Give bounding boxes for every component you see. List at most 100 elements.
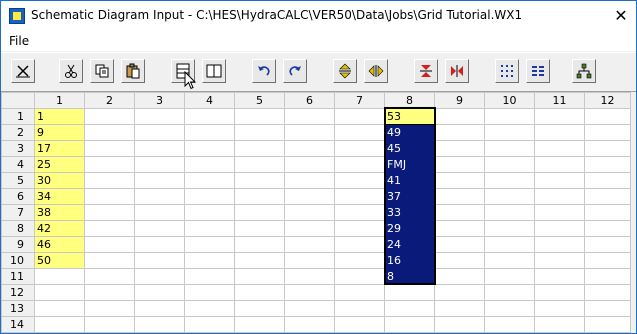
- grid-cell[interactable]: [434, 252, 485, 269]
- grid-cell[interactable]: [534, 220, 585, 237]
- grid-cell[interactable]: [484, 300, 535, 317]
- grid-cell[interactable]: [284, 156, 335, 173]
- row-header[interactable]: 14: [1, 316, 35, 333]
- grid-cell[interactable]: [234, 300, 285, 317]
- grid-cell[interactable]: [134, 220, 185, 237]
- grid-cell[interactable]: 9: [34, 124, 85, 141]
- grid-cell[interactable]: [434, 188, 485, 205]
- grid-cell[interactable]: [384, 300, 435, 317]
- grid-cell[interactable]: [234, 188, 285, 205]
- undo-button[interactable]: [252, 59, 276, 83]
- grid-cell[interactable]: [484, 220, 535, 237]
- grid-cell[interactable]: [134, 268, 185, 285]
- grid-cell[interactable]: 30: [34, 172, 85, 189]
- grid-cell[interactable]: [84, 268, 135, 285]
- grid-cell[interactable]: [434, 316, 485, 333]
- grid-cell[interactable]: [184, 124, 235, 141]
- grid-cell[interactable]: [134, 236, 185, 253]
- grid-cell[interactable]: [334, 236, 385, 253]
- grid-cell[interactable]: [184, 284, 235, 301]
- grid-cell[interactable]: [584, 252, 631, 269]
- copy-button[interactable]: [90, 59, 114, 83]
- column-header[interactable]: 12: [584, 92, 631, 109]
- grid-cell[interactable]: [534, 268, 585, 285]
- grid-cell[interactable]: 45: [384, 140, 435, 157]
- grid-cell[interactable]: 1: [34, 108, 85, 125]
- grid-cell[interactable]: [134, 300, 185, 317]
- grid-cell[interactable]: [484, 108, 535, 125]
- row-header[interactable]: 11: [1, 268, 35, 285]
- grid-cell[interactable]: [534, 300, 585, 317]
- grid-cell[interactable]: [434, 108, 485, 125]
- grid-cell[interactable]: 24: [384, 236, 435, 253]
- grid-rows-button[interactable]: [526, 59, 550, 83]
- grid-cell[interactable]: [484, 204, 535, 221]
- grid-cell[interactable]: [184, 252, 235, 269]
- row-header[interactable]: 9: [1, 236, 35, 253]
- column-header[interactable]: 2: [84, 92, 135, 109]
- grid-cell[interactable]: [584, 236, 631, 253]
- grid-cell[interactable]: [234, 140, 285, 157]
- grid-cell[interactable]: [184, 108, 235, 125]
- grid-cell[interactable]: [134, 140, 185, 157]
- insert-row-button[interactable]: [171, 59, 195, 83]
- row-header[interactable]: 8: [1, 220, 35, 237]
- grid-cell[interactable]: [84, 156, 135, 173]
- grid-cell[interactable]: 8: [384, 268, 435, 285]
- grid-cell[interactable]: [84, 124, 135, 141]
- column-header[interactable]: 3: [134, 92, 185, 109]
- grid-cell[interactable]: [534, 316, 585, 333]
- grid-cell[interactable]: [584, 108, 631, 125]
- expand-horizontal-button[interactable]: [364, 59, 388, 83]
- grid-cell[interactable]: [334, 124, 385, 141]
- grid-cell[interactable]: [234, 156, 285, 173]
- grid-cell[interactable]: [334, 140, 385, 157]
- row-header[interactable]: 1: [1, 108, 35, 125]
- grid-cell[interactable]: [534, 140, 585, 157]
- grid-cell[interactable]: [134, 316, 185, 333]
- grid-cell[interactable]: 46: [34, 236, 85, 253]
- grid-cell[interactable]: [434, 220, 485, 237]
- grid-cell[interactable]: 50: [34, 252, 85, 269]
- close-button[interactable]: ✕: [606, 1, 636, 31]
- grid-cell[interactable]: [484, 156, 535, 173]
- compress-horizontal-button[interactable]: [445, 59, 469, 83]
- grid-cell[interactable]: [184, 316, 235, 333]
- grid-cell[interactable]: [484, 188, 535, 205]
- grid-cell[interactable]: 42: [34, 220, 85, 237]
- grid-cell[interactable]: 37: [384, 188, 435, 205]
- grid-cell[interactable]: [84, 140, 135, 157]
- column-header[interactable]: 4: [184, 92, 235, 109]
- grid-cell[interactable]: 41: [384, 172, 435, 189]
- grid-cell[interactable]: [584, 268, 631, 285]
- grid-cell[interactable]: [334, 252, 385, 269]
- grid-cell[interactable]: [334, 172, 385, 189]
- grid-cell[interactable]: [334, 156, 385, 173]
- grid-cell[interactable]: [584, 156, 631, 173]
- grid-cell[interactable]: [484, 284, 535, 301]
- grid-cell[interactable]: [184, 156, 235, 173]
- grid-cell[interactable]: [434, 284, 485, 301]
- column-header[interactable]: 9: [434, 92, 485, 109]
- grid-cell[interactable]: [134, 156, 185, 173]
- column-header[interactable]: 1: [34, 92, 85, 109]
- delete-button[interactable]: [11, 59, 35, 83]
- grid-cell[interactable]: [434, 172, 485, 189]
- grid-cell[interactable]: [334, 220, 385, 237]
- cut-button[interactable]: [59, 59, 83, 83]
- grid-cell[interactable]: [84, 108, 135, 125]
- grid-corner[interactable]: [1, 92, 35, 109]
- grid-cell[interactable]: [284, 108, 335, 125]
- grid-cell[interactable]: [84, 188, 135, 205]
- grid-cell[interactable]: [84, 252, 135, 269]
- grid-cell[interactable]: [234, 108, 285, 125]
- compress-vertical-button[interactable]: [414, 59, 438, 83]
- grid-cell[interactable]: [234, 316, 285, 333]
- grid-cell[interactable]: 53: [384, 108, 435, 125]
- grid-cell[interactable]: 29: [384, 220, 435, 237]
- grid-cell[interactable]: 38: [34, 204, 85, 221]
- grid-cell[interactable]: [84, 220, 135, 237]
- grid-cell[interactable]: [534, 188, 585, 205]
- grid-cell[interactable]: [434, 156, 485, 173]
- grid-cell[interactable]: [184, 220, 235, 237]
